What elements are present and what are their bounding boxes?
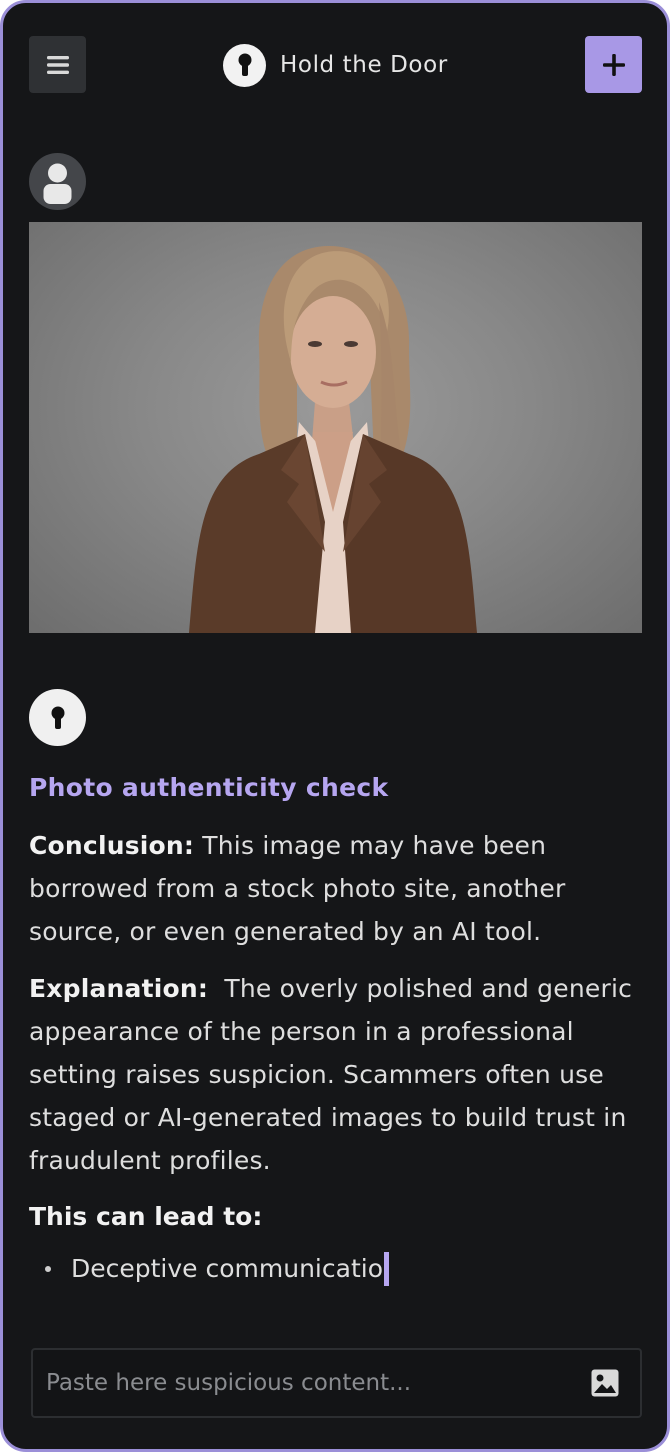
user-avatar	[29, 153, 86, 210]
list-item-text: Deceptive communicatio	[71, 1254, 383, 1283]
message-composer	[31, 1348, 642, 1418]
menu-button[interactable]	[29, 36, 86, 93]
image-icon	[591, 1369, 619, 1397]
assistant-avatar	[29, 689, 86, 746]
keyhole-icon	[223, 43, 266, 87]
conclusion-paragraph: Conclusion: This image may have been bor…	[29, 824, 644, 953]
conclusion-label: Conclusion:	[29, 831, 195, 860]
app-title: Hold the Door	[280, 52, 448, 78]
app-frame: Hold the Door Photo authenticity check C…	[0, 0, 670, 1452]
uploaded-photo	[29, 222, 642, 633]
new-chat-button[interactable]	[585, 36, 642, 93]
user-icon	[43, 163, 72, 204]
list-item: Deceptive communicatio	[29, 1249, 644, 1289]
suspicious-content-input[interactable]	[33, 1369, 588, 1397]
consequences-list: Deceptive communicatio	[29, 1249, 644, 1289]
explanation-paragraph: Explanation: The overly polished and gen…	[29, 967, 644, 1182]
typing-caret	[384, 1252, 389, 1286]
consequences-heading: This can lead to:	[29, 1202, 263, 1231]
explanation-label: Explanation:	[29, 974, 209, 1003]
attach-image-button[interactable]	[588, 1366, 622, 1400]
plus-icon	[602, 53, 625, 76]
keyhole-icon	[51, 706, 64, 729]
response-title: Photo authenticity check	[29, 773, 389, 802]
bullet-icon	[45, 1266, 51, 1272]
explanation-text: The overly polished and generic appearan…	[29, 974, 641, 1175]
assistant-response: Photo authenticity check Conclusion: Thi…	[29, 773, 644, 1289]
hamburger-menu-icon	[46, 55, 69, 74]
app-brand: Hold the Door	[223, 43, 448, 87]
